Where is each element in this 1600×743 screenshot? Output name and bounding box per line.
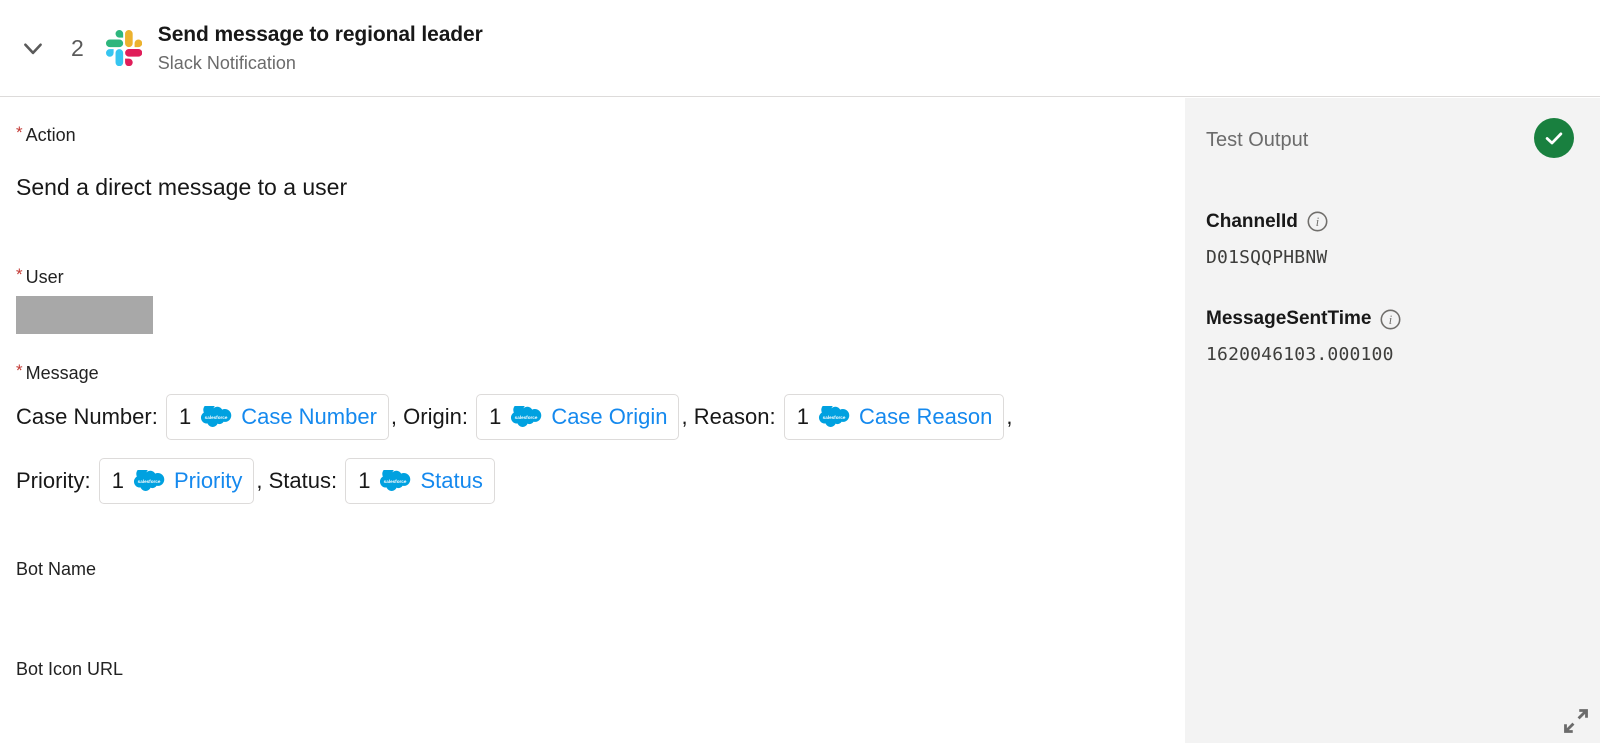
salesforce-icon: salesforce bbox=[380, 470, 411, 492]
merge-field-token[interactable]: 1 salesforce Case Reason bbox=[783, 394, 1005, 441]
salesforce-icon: salesforce bbox=[511, 406, 542, 428]
message-static-text: , Status: bbox=[256, 468, 344, 494]
step-header: 2 Send message to regional leader Slack … bbox=[0, 0, 1600, 97]
output-key-row: ChannelId i bbox=[1206, 210, 1574, 234]
message-static-text: , Reason: bbox=[681, 404, 782, 430]
message-static-text: , Origin: bbox=[390, 404, 475, 430]
required-marker: * bbox=[16, 123, 23, 142]
page-subtitle: Slack Notification bbox=[157, 52, 296, 73]
step-number: 2 bbox=[71, 34, 84, 61]
action-label-text: Action bbox=[25, 125, 76, 145]
token-index: 1 bbox=[111, 468, 124, 494]
slack-icon bbox=[105, 30, 142, 66]
token-index: 1 bbox=[796, 404, 809, 430]
output-key-row: MessageSentTime i bbox=[1206, 307, 1574, 331]
workflow-step-panel: 2 Send message to regional leader Slack … bbox=[0, 0, 1600, 743]
chevron-down-icon[interactable] bbox=[16, 31, 50, 65]
token-field-name: Case Number bbox=[241, 403, 377, 429]
output-field: MessageSentTime i 1620046103.000100 bbox=[1206, 307, 1574, 366]
field-group-user: * User bbox=[16, 266, 1185, 334]
salesforce-icon: salesforce bbox=[133, 470, 165, 492]
token-index: 1 bbox=[358, 468, 371, 494]
output-key-label: ChannelId bbox=[1206, 211, 1298, 232]
token-field-name: Case Reason bbox=[859, 403, 993, 429]
field-group-bot-name: Bot Name bbox=[16, 558, 1185, 581]
svg-text:salesforce: salesforce bbox=[138, 479, 161, 484]
token-field-name: Case Origin bbox=[551, 403, 668, 429]
salesforce-icon: salesforce bbox=[201, 406, 232, 428]
svg-text:i: i bbox=[1389, 313, 1393, 327]
output-value: 1620046103.000100 bbox=[1206, 343, 1394, 365]
check-circle-icon bbox=[1534, 118, 1574, 158]
required-marker: * bbox=[16, 360, 23, 380]
test-output-fields: ChannelId i D01SQQPHBNW MessageSentTime i 162… bbox=[1206, 210, 1574, 366]
user-field-redacted[interactable] bbox=[16, 295, 153, 334]
message-static-text: Priority: bbox=[16, 468, 97, 494]
svg-text:salesforce: salesforce bbox=[205, 415, 228, 420]
action-label: * Action bbox=[16, 124, 1185, 147]
page-title: Send message to regional leader bbox=[157, 22, 483, 46]
expand-diagonal-icon[interactable] bbox=[1563, 708, 1589, 734]
token-index: 1 bbox=[489, 404, 502, 430]
test-output-panel: Test Output ChannelId i D01SQQPHBNW Message… bbox=[1185, 98, 1600, 743]
message-rich-text-input[interactable]: Case Number: 1 salesforce Case Number , Ori… bbox=[16, 394, 1156, 505]
bot-name-label: Bot Name bbox=[16, 559, 97, 580]
header-text-group: Send message to regional leader Slack No… bbox=[158, 21, 483, 75]
info-icon[interactable]: i bbox=[1307, 211, 1328, 232]
user-label: * User bbox=[16, 266, 1185, 289]
output-field: ChannelId i D01SQQPHBNW bbox=[1206, 210, 1574, 269]
salesforce-icon: salesforce bbox=[818, 406, 850, 428]
output-key-label: MessageSentTime bbox=[1206, 308, 1372, 330]
svg-text:salesforce: salesforce bbox=[515, 415, 538, 420]
svg-text:salesforce: salesforce bbox=[823, 415, 846, 420]
required-marker: * bbox=[16, 265, 23, 285]
field-group-message: * Message Case Number: 1 salesforce Case Nu… bbox=[16, 362, 1185, 505]
token-field-name: Status bbox=[420, 467, 483, 493]
svg-text:i: i bbox=[1316, 215, 1320, 229]
action-form: * Action Send a direct message to a user … bbox=[0, 98, 1185, 743]
field-group-bot-icon-url: Bot Icon URL bbox=[16, 658, 1185, 681]
info-icon[interactable]: i bbox=[1380, 309, 1401, 330]
merge-field-token[interactable]: 1 salesforce Case Origin bbox=[476, 394, 680, 441]
action-value[interactable]: Send a direct message to a user bbox=[16, 173, 1185, 203]
test-output-header: Test Output bbox=[1206, 118, 1574, 158]
user-label-text: User bbox=[25, 267, 64, 288]
bot-icon-url-label: Bot Icon URL bbox=[16, 659, 124, 680]
message-static-text: Case Number: bbox=[16, 404, 164, 430]
svg-text:salesforce: salesforce bbox=[384, 479, 407, 484]
merge-field-token[interactable]: 1 salesforce Priority bbox=[98, 458, 255, 505]
token-field-name: Priority bbox=[173, 467, 243, 493]
token-index: 1 bbox=[178, 404, 192, 430]
message-static-text: , bbox=[1006, 404, 1013, 430]
field-group-action: * Action Send a direct message to a user bbox=[16, 124, 1185, 203]
output-value: D01SQQPHBNW bbox=[1206, 246, 1328, 268]
message-label-text: Message bbox=[25, 362, 99, 383]
merge-field-token[interactable]: 1 salesforce Status bbox=[345, 458, 495, 505]
test-output-title: Test Output bbox=[1206, 129, 1309, 151]
merge-field-token[interactable]: 1 salesforce Case Number bbox=[165, 394, 389, 441]
message-label: * Message bbox=[16, 362, 1185, 385]
